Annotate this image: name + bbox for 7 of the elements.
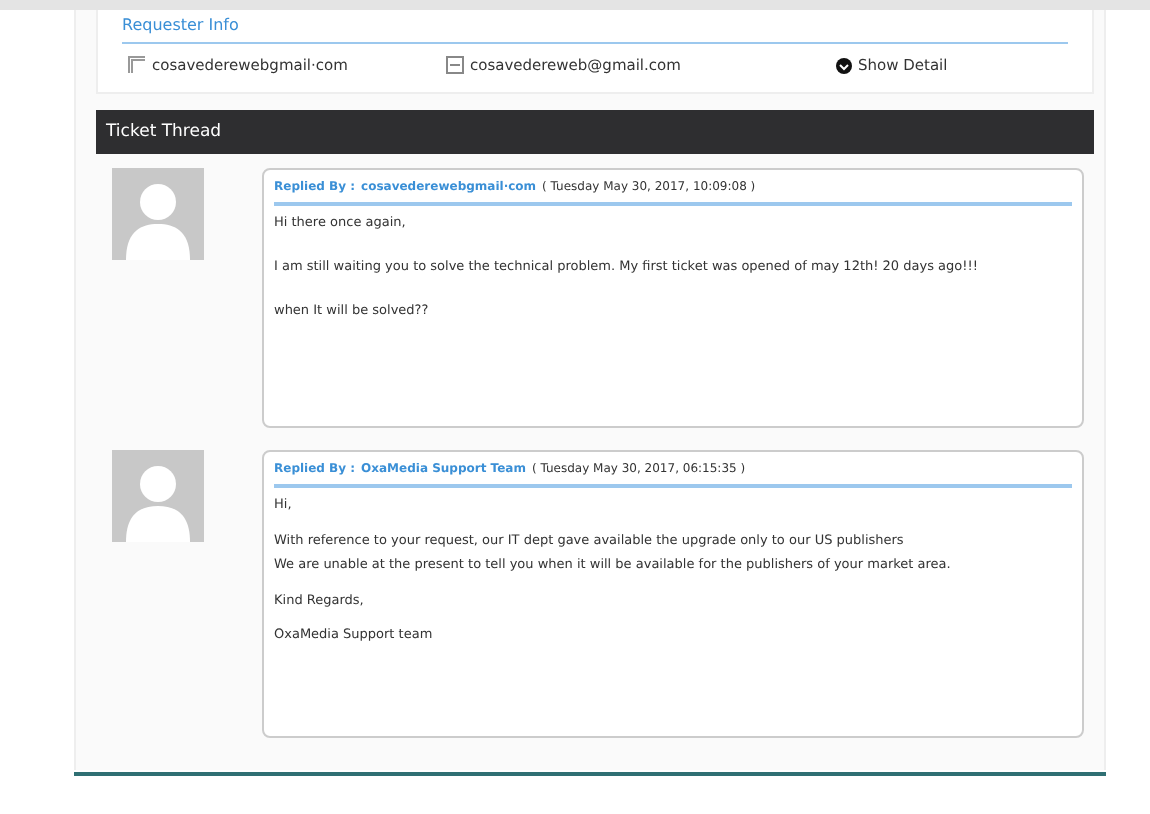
section-header: Ticket Thread <box>96 110 1094 155</box>
section-title: Requester Info <box>122 10 1068 44</box>
user-icon <box>128 56 146 75</box>
avatar-silhouette <box>112 168 204 261</box>
caret-circle-icon <box>836 57 852 74</box>
envelope-icon <box>446 56 464 75</box>
avatar-silhouette <box>112 450 204 543</box>
